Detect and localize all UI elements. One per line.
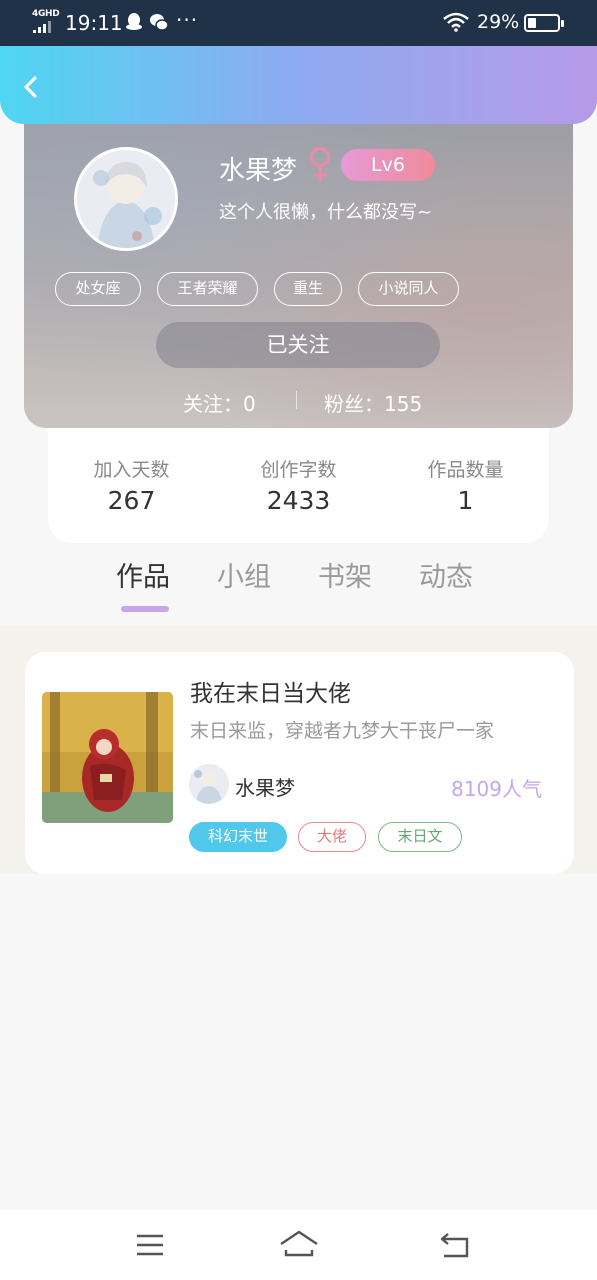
back-icon[interactable] xyxy=(438,1228,472,1262)
divider xyxy=(296,391,297,409)
book-tag[interactable]: 大佬 xyxy=(298,822,366,852)
stat-value: 267 xyxy=(107,486,156,515)
tab-activity[interactable]: 动态 xyxy=(419,555,473,594)
stat-label: 加入天数 xyxy=(93,459,170,481)
stat-join-days: 加入天数 267 xyxy=(48,455,215,515)
profile-tag: 重生 xyxy=(274,272,342,306)
stat-word-count: 创作字数 2433 xyxy=(215,455,382,515)
stat-work-count: 作品数量 1 xyxy=(382,455,549,515)
profile-tag: 小说同人 xyxy=(358,272,459,306)
stat-value: 2433 xyxy=(266,486,331,515)
author-name[interactable]: 水果梦 xyxy=(235,772,295,801)
qq-icon xyxy=(126,13,142,30)
book-card[interactable]: 我在末日当大佬 末日来监，穿越者九梦大干丧尸一家 水果梦 8109人气 科幻末世… xyxy=(25,652,574,874)
system-nav-bar xyxy=(0,1210,597,1280)
book-title[interactable]: 我在末日当大佬 xyxy=(190,674,351,708)
profile-bio: 这个人很懒，什么都没写~ xyxy=(219,202,433,223)
follow-button[interactable]: 已关注 xyxy=(156,322,440,368)
female-icon xyxy=(310,147,330,182)
book-description: 末日来监，穿越者九梦大干丧尸一家 xyxy=(190,720,495,742)
profile-card: 水果梦 Lv6 这个人很懒，什么都没写~ 处女座 王者荣耀 重生 小说同人 已关… xyxy=(24,100,573,428)
tab-works[interactable]: 作品 xyxy=(116,555,170,594)
book-popularity: 8109人气 xyxy=(451,777,542,801)
avatar[interactable] xyxy=(74,147,178,251)
tab-indicator xyxy=(121,606,169,612)
profile-tag: 处女座 xyxy=(55,272,141,306)
profile-name: 水果梦 xyxy=(219,156,298,186)
wechat-icon xyxy=(150,14,169,31)
level-badge: Lv6 xyxy=(341,149,435,181)
profile-tag: 王者荣耀 xyxy=(157,272,258,306)
signal-icon xyxy=(33,21,55,33)
header-bar xyxy=(0,46,597,124)
book-tag[interactable]: 科幻末世 xyxy=(189,822,287,852)
status-time: 19:11 xyxy=(65,11,123,35)
home-icon[interactable] xyxy=(279,1228,319,1262)
stat-label: 创作字数 xyxy=(260,459,337,481)
tab-bar: 作品 小组 书架 动态 xyxy=(0,555,597,615)
followers-count[interactable]: 粉丝：155 xyxy=(324,388,422,417)
more-dots-icon: ··· xyxy=(176,8,199,32)
book-cover[interactable] xyxy=(42,692,173,823)
battery-icon xyxy=(524,14,564,32)
book-tag[interactable]: 末日文 xyxy=(378,822,462,852)
tab-groups[interactable]: 小组 xyxy=(217,555,271,594)
stat-label: 作品数量 xyxy=(427,459,504,481)
status-bar: 4GHD 19:11 ··· 29% xyxy=(0,0,597,46)
battery-percent: 29% xyxy=(477,11,520,33)
chevron-left-icon[interactable] xyxy=(14,70,48,104)
author-avatar[interactable] xyxy=(189,764,229,804)
network-type: 4GHD xyxy=(32,9,60,19)
wifi-icon xyxy=(443,12,469,32)
stat-value: 1 xyxy=(457,486,474,515)
following-count[interactable]: 关注：0 xyxy=(183,388,256,417)
tab-bookshelf[interactable]: 书架 xyxy=(318,555,372,594)
menu-icon[interactable] xyxy=(133,1228,167,1262)
